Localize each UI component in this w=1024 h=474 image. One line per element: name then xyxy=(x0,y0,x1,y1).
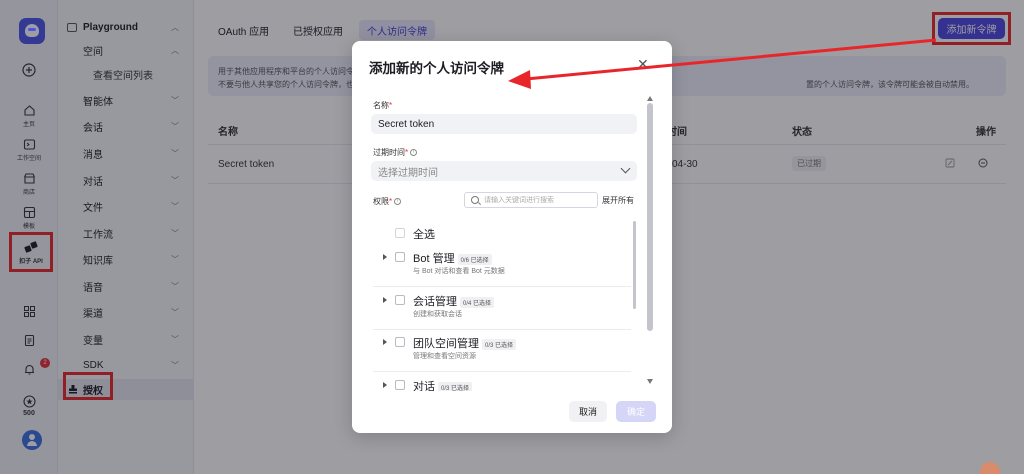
permission-checkbox[interactable] xyxy=(395,252,405,262)
permission-item-bot[interactable]: Bot 管理 0/6 已选择 与 Bot 对话和查看 Bot 元数据 xyxy=(373,250,637,286)
expand-arrow-icon[interactable] xyxy=(383,339,387,345)
permission-list-scrollbar[interactable] xyxy=(633,221,636,309)
info-icon: i xyxy=(410,149,418,157)
permission-checkbox[interactable] xyxy=(395,380,405,390)
permission-search-input[interactable]: 请输入关键词进行搜索 xyxy=(464,192,598,208)
permission-checkbox[interactable] xyxy=(395,337,405,347)
expand-arrow-icon[interactable] xyxy=(383,254,387,260)
scroll-down-icon[interactable] xyxy=(647,379,653,384)
selected-count: 0/3 已选择 xyxy=(438,381,473,391)
expiry-label: 过期时间* i xyxy=(373,147,418,158)
permission-label: 权限* i xyxy=(373,196,402,207)
dialog-title: 添加新的个人访问令牌 xyxy=(369,61,504,76)
permission-desc: 管理和查看空间资源 xyxy=(413,353,476,360)
cancel-button[interactable]: 取消 xyxy=(569,401,607,422)
permission-name: 对话 0/3 已选择 xyxy=(413,378,473,391)
permission-list: 全选 Bot 管理 0/6 已选择 与 Bot 对话和查看 Bot 元数据 会话管… xyxy=(373,218,637,391)
search-placeholder: 请输入关键词进行搜索 xyxy=(484,197,554,204)
scroll-thumb[interactable] xyxy=(647,103,653,331)
confirm-button[interactable]: 确定 xyxy=(616,401,656,422)
permission-name: Bot 管理 0/6 已选择 xyxy=(413,250,492,266)
name-label: 名称* xyxy=(373,101,393,110)
divider xyxy=(373,329,631,330)
select-all-label: 全选 xyxy=(413,229,435,241)
permission-name: 团队空间管理 0/3 已选择 xyxy=(413,335,517,351)
expand-arrow-icon[interactable] xyxy=(383,382,387,388)
permission-item-team-space[interactable]: 团队空间管理 0/3 已选择 管理和查看空间资源 xyxy=(373,335,637,371)
permission-name: 会话管理 0/4 已选择 xyxy=(413,293,495,309)
expiry-placeholder: 选择过期时间 xyxy=(378,167,438,179)
selected-count: 0/4 已选择 xyxy=(460,296,495,308)
permission-checkbox[interactable] xyxy=(395,295,405,305)
select-all-row[interactable]: 全选 xyxy=(373,226,637,242)
permission-item-chat[interactable]: 对话 0/3 已选择 xyxy=(373,378,637,391)
permission-item-conversation[interactable]: 会话管理 0/4 已选择 创建和获取会话 xyxy=(373,293,637,329)
divider xyxy=(373,371,631,372)
expand-arrow-icon[interactable] xyxy=(383,297,387,303)
close-icon[interactable]: ✕ xyxy=(637,56,649,73)
selected-count: 0/3 已选择 xyxy=(482,338,517,350)
chevron-down-icon xyxy=(620,163,631,174)
expand-all-link[interactable]: 展开所有 xyxy=(602,195,634,206)
permission-desc: 与 Bot 对话和查看 Bot 元数据 xyxy=(413,268,505,275)
select-all-checkbox[interactable] xyxy=(395,228,405,238)
info-icon: i xyxy=(394,198,402,206)
dialog-scrollbar[interactable] xyxy=(647,96,654,386)
add-token-dialog: 添加新的个人访问令牌 ✕ 名称* 过期时间*i 选择过期时间 权限*i 请输入关… xyxy=(352,41,672,433)
expiry-select[interactable]: 选择过期时间 xyxy=(371,161,637,181)
scroll-up-icon[interactable] xyxy=(647,96,653,101)
permission-desc: 创建和获取会话 xyxy=(413,311,462,318)
divider xyxy=(373,286,631,287)
search-icon xyxy=(471,196,479,204)
selected-count: 0/6 已选择 xyxy=(457,253,492,265)
token-name-input[interactable] xyxy=(371,114,637,134)
